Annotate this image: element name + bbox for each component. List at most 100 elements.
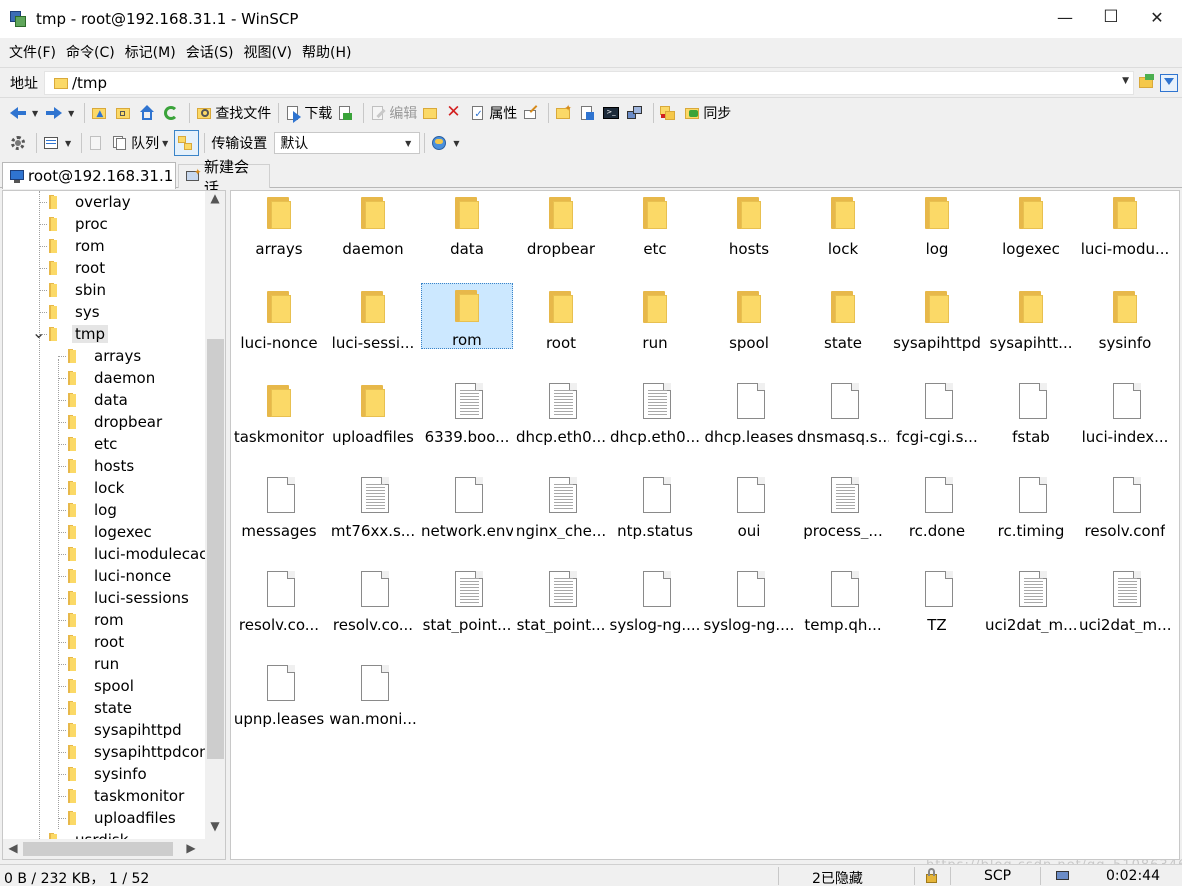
file-item[interactable]: temp.qh...: [797, 567, 889, 633]
folder-tree[interactable]: overlay proc rom root sbin sys tmp ⌄ arrays daemo…: [2, 190, 226, 860]
file-item[interactable]: luci-index...: [1079, 379, 1171, 445]
menu-help[interactable]: 帮助(H): [297, 41, 356, 65]
scroll-down-icon[interactable]: ▼: [205, 819, 225, 833]
edit-button[interactable]: 编辑: [368, 100, 419, 126]
tree-item[interactable]: state: [66, 697, 135, 719]
back-button[interactable]: ▼: [8, 100, 43, 126]
folder-item[interactable]: etc: [609, 191, 701, 257]
file-item[interactable]: nginx_che...: [515, 473, 607, 539]
file-item[interactable]: dhcp.leases: [703, 379, 795, 445]
tree-item[interactable]: luci-nonce: [66, 565, 174, 587]
folder-item[interactable]: data: [421, 191, 513, 257]
tree-item[interactable]: taskmonitor: [66, 785, 187, 807]
close-button[interactable]: ✕: [1134, 0, 1180, 34]
tree-item[interactable]: rom: [47, 235, 108, 257]
folder-item[interactable]: sysapihtt...: [985, 285, 1077, 351]
transfer-preset-select[interactable]: 默认 ▼: [274, 132, 421, 154]
tab-new-session[interactable]: ✦ 新建会话: [178, 158, 270, 197]
tree-item[interactable]: uploadfiles: [66, 807, 179, 829]
folder-item[interactable]: taskmonitor: [233, 379, 325, 445]
file-item[interactable]: resolv.co...: [327, 567, 419, 633]
tree-item[interactable]: spool: [66, 675, 137, 697]
menu-view[interactable]: 视图(V): [239, 41, 298, 65]
tree-item[interactable]: daemon: [66, 367, 158, 389]
file-item[interactable]: mt76xx.s...: [327, 473, 419, 539]
folder-item[interactable]: arrays: [233, 191, 325, 257]
scroll-up-icon[interactable]: ▲: [205, 191, 225, 205]
download-button[interactable]: 下载: [283, 100, 334, 126]
open-button[interactable]: [420, 100, 443, 126]
root-dir-button[interactable]: [113, 100, 136, 126]
preferences-button[interactable]: [8, 130, 31, 156]
filter-icon[interactable]: [1160, 74, 1178, 92]
folder-item[interactable]: uploadfiles: [327, 379, 419, 445]
tree-scroll-thumb[interactable]: [207, 339, 224, 759]
folder-item[interactable]: root: [515, 285, 607, 351]
folder-item[interactable]: luci-nonce: [233, 285, 325, 351]
tree-item[interactable]: etc: [66, 433, 120, 455]
folder-item[interactable]: sysapihttpd: [891, 285, 983, 351]
home-button[interactable]: [137, 100, 160, 126]
tree-item[interactable]: lock: [66, 477, 127, 499]
scroll-left-icon[interactable]: ◀: [3, 841, 23, 855]
new-file-button[interactable]: [577, 100, 600, 126]
maximize-button[interactable]: ☐: [1088, 0, 1134, 34]
tree-item[interactable]: luci-sessions: [66, 587, 192, 609]
folder-item[interactable]: luci-sessi...: [327, 285, 419, 351]
tree-item[interactable]: log: [66, 499, 120, 521]
tree-item[interactable]: tmp: [47, 323, 109, 345]
file-item[interactable]: stat_point...: [421, 567, 513, 633]
folder-item[interactable]: dropbear: [515, 191, 607, 257]
tree-item[interactable]: hosts: [66, 455, 137, 477]
tree-vertical-scrollbar[interactable]: ▲ ▼: [205, 191, 225, 841]
tree-item[interactable]: sys: [47, 301, 103, 323]
tree-item[interactable]: data: [66, 389, 131, 411]
file-item[interactable]: messages: [233, 473, 325, 539]
folder-item[interactable]: logexec: [985, 191, 1077, 257]
file-item[interactable]: resolv.conf: [1079, 473, 1171, 539]
folder-item[interactable]: daemon: [327, 191, 419, 257]
tree-item[interactable]: overlay: [47, 191, 134, 213]
file-item[interactable]: uci2dat_m...: [1079, 567, 1171, 633]
file-item[interactable]: network.env: [421, 473, 513, 539]
file-item[interactable]: rc.timing: [985, 473, 1077, 539]
menu-session[interactable]: 会话(S): [181, 41, 239, 65]
terminal-button[interactable]: >_: [601, 100, 624, 126]
folder-item[interactable]: lock: [797, 191, 889, 257]
folder-item[interactable]: sysinfo: [1079, 285, 1171, 351]
file-item[interactable]: stat_point...: [515, 567, 607, 633]
collapse-icon[interactable]: ⌄: [32, 325, 45, 341]
file-item[interactable]: resolv.co...: [233, 567, 325, 633]
folder-item[interactable]: run: [609, 285, 701, 351]
view-mode-button[interactable]: ▼: [41, 130, 76, 156]
properties-button[interactable]: ✓ 属性: [468, 100, 519, 126]
file-item[interactable]: syslog-ng....: [609, 567, 701, 633]
rename-button[interactable]: [520, 100, 543, 126]
menu-file[interactable]: 文件(F): [4, 41, 61, 65]
tree-item[interactable]: logexec: [66, 521, 155, 543]
compare-button[interactable]: [658, 100, 681, 126]
folder-item[interactable]: rom: [421, 283, 513, 349]
file-item[interactable]: rc.done: [891, 473, 983, 539]
tree-item[interactable]: luci-modulecache: [66, 543, 225, 565]
tree-item[interactable]: sysapihttpdconf: [66, 741, 217, 763]
tree-item[interactable]: sysinfo: [66, 763, 150, 785]
tree-item[interactable]: run: [66, 653, 122, 675]
menu-command[interactable]: 命令(C): [61, 41, 120, 65]
file-item[interactable]: ntp.status: [609, 473, 701, 539]
folder-item[interactable]: spool: [703, 285, 795, 351]
folder-item[interactable]: luci-modu...: [1079, 191, 1171, 257]
file-item[interactable]: syslog-ng....: [703, 567, 795, 633]
tree-item[interactable]: dropbear: [66, 411, 165, 433]
file-item[interactable]: dhcp.eth0...: [609, 379, 701, 445]
chevron-down-icon[interactable]: ▼: [1122, 76, 1129, 86]
file-item[interactable]: process_...: [797, 473, 889, 539]
tree-item[interactable]: root: [66, 631, 127, 653]
synchronize-button[interactable]: 同步: [682, 100, 733, 126]
file-item[interactable]: 6339.boo...: [421, 379, 513, 445]
file-item[interactable]: oui: [703, 473, 795, 539]
new-folder-button[interactable]: ✦: [553, 100, 576, 126]
tree-hscroll-thumb[interactable]: [23, 842, 173, 856]
queue-button[interactable]: 队列 ▼: [110, 130, 173, 156]
file-item[interactable]: uci2dat_m...: [985, 567, 1077, 633]
